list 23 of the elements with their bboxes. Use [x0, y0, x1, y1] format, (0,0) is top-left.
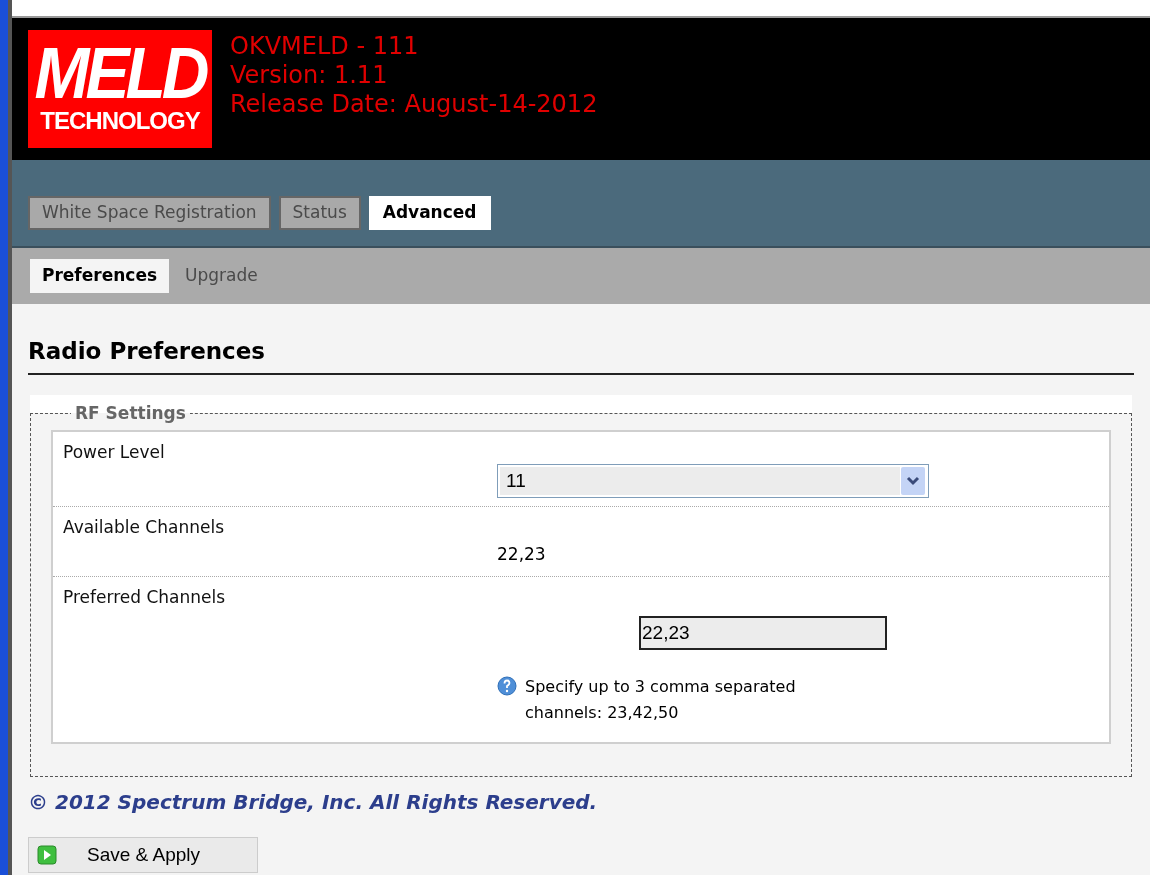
tab[interactable]: Status	[278, 196, 361, 230]
power-level-select[interactable]: 11	[497, 463, 929, 498]
fieldset-legend: RF Settings	[71, 400, 190, 426]
subtab[interactable]: Upgrade	[173, 259, 270, 293]
field-label: Power Level	[63, 441, 166, 464]
preferred-channels-input[interactable]: 22,23	[639, 616, 887, 650]
subtab[interactable]: Preferences	[30, 259, 170, 293]
save-apply-button[interactable]: Save & Apply	[28, 837, 258, 873]
hint-text: Specify up to 3 comma separated channels: 23,42,50	[525, 676, 797, 724]
header-text: OKVMELD - 111	[230, 32, 420, 61]
logo-text: TECHNOLOGY	[40, 107, 200, 135]
tab[interactable]: White Space Registration	[28, 196, 271, 230]
channel-value: 22,23	[497, 543, 547, 566]
field-label: Preferred Channels	[63, 585, 227, 609]
help-icon	[497, 676, 517, 696]
play-icon	[37, 845, 57, 865]
page-title: Radio Preferences	[28, 334, 1134, 375]
copyright-text: © 2012 Spectrum Bridge, Inc. All Rights Reserved.	[28, 789, 599, 816]
header-text: Release Date: August-14-2012	[230, 90, 598, 119]
field-label: Available Channels	[63, 515, 225, 539]
header-text: Version: 1.11	[230, 61, 389, 90]
logo-text: MELD	[34, 40, 206, 106]
tab[interactable]: Advanced	[368, 196, 491, 230]
